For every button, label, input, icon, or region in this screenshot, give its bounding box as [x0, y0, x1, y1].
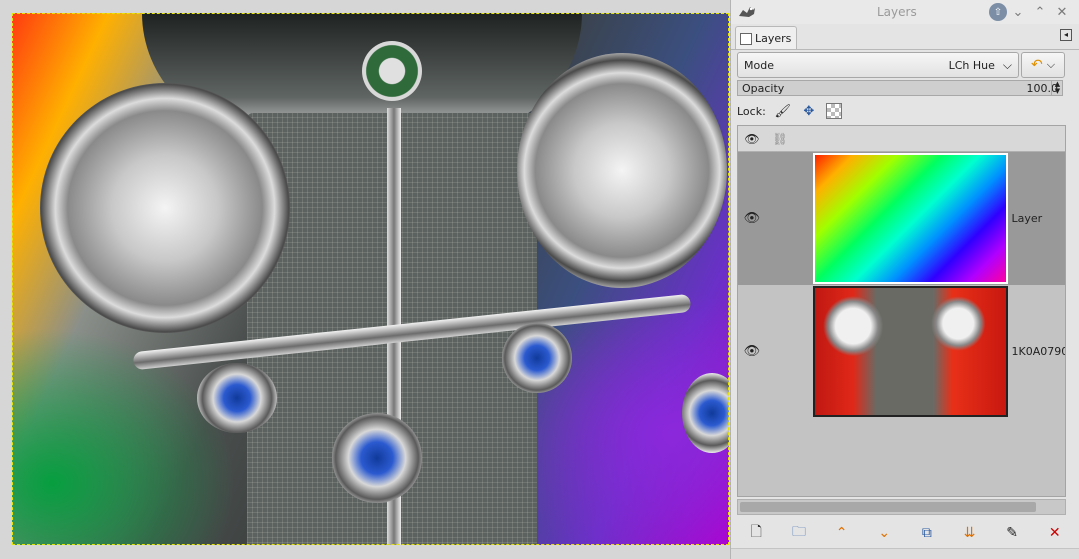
paintbrush-icon[interactable]: 🖌 — [774, 102, 792, 120]
eye-icon[interactable]: 👁 — [738, 132, 766, 146]
minimize-chevron-icon[interactable]: ⌄ — [1007, 2, 1029, 22]
tab-divider — [731, 49, 1079, 50]
tab-layers[interactable]: Layers — [735, 26, 797, 50]
keep-above-icon[interactable]: ⇧ — [989, 3, 1007, 21]
layer-thumbnail — [813, 286, 1008, 417]
reset-arrow-icon: ↶ — [1030, 57, 1043, 73]
composite-mode-button[interactable]: ↶ ⌵ — [1021, 52, 1065, 78]
move-arrows-icon[interactable]: ✥ — [800, 102, 818, 120]
image-canvas-area[interactable] — [0, 0, 730, 559]
mode-row: Mode LCh Hue ⌵ ↶ ⌵ — [737, 52, 1075, 78]
horn-base-left — [197, 363, 277, 433]
layers-dock: Layers ⇧ ⌄ ⌃ ✕ Layers ◂ Mode LCh Hue ⌵ ↶… — [730, 0, 1079, 559]
eye-icon[interactable]: 👁 — [738, 211, 766, 226]
right-horn — [682, 373, 729, 453]
new-layer-group-icon[interactable]: 🗀 — [788, 522, 810, 544]
dock-title: Layers — [877, 5, 917, 19]
tab-menu-icon[interactable]: ◂ — [1060, 29, 1072, 41]
mode-dropdown[interactable]: Mode LCh Hue ⌵ — [737, 52, 1019, 78]
eye-icon[interactable]: 👁 — [738, 344, 766, 359]
car-emblem — [362, 41, 422, 101]
duplicate-layer-icon[interactable]: ⧉ — [916, 522, 938, 544]
lock-label: Lock: — [737, 104, 766, 118]
lower-layer-icon[interactable]: ⌄ — [873, 522, 895, 544]
left-horn — [332, 413, 422, 503]
horn-base-right — [502, 323, 572, 393]
layer-row[interactable]: 👁 1K0A0790. — [738, 285, 1065, 418]
dock-titlebar[interactable]: Layers ⇧ ⌄ ⌃ ✕ — [731, 0, 1079, 24]
anchor-merge-layer-icon[interactable]: ⇊ — [958, 522, 980, 544]
tab-layers-label: Layers — [755, 32, 792, 45]
layer-name[interactable]: 1K0A0790. — [1012, 345, 1065, 358]
mode-label: Mode — [744, 58, 774, 72]
horizontal-scrollbar[interactable] — [737, 499, 1066, 515]
left-headlamp — [40, 83, 290, 333]
scrollbar-thumb[interactable] — [740, 502, 1036, 512]
opacity-label: Opacity — [742, 81, 785, 95]
layer-thumbnail — [813, 153, 1008, 284]
layer-row[interactable]: 👁 Layer — [738, 152, 1065, 285]
close-icon[interactable]: ✕ — [1051, 2, 1073, 22]
dock-bottom-border — [731, 548, 1079, 559]
layer-list[interactable]: 👁 ⛓ 👁 Layer 👁 1K0A0790. — [737, 125, 1066, 497]
mode-value: LCh Hue — [948, 58, 995, 72]
chevron-down-icon: ⌵ — [1002, 57, 1012, 72]
opacity-slider[interactable]: Opacity 100.0 — [737, 80, 1063, 96]
alpha-checker-icon[interactable] — [825, 103, 842, 119]
maximize-chevron-icon[interactable]: ⌃ — [1029, 2, 1051, 22]
chevron-down-icon: ⌵ — [1046, 58, 1056, 71]
delete-icon[interactable]: ✕ — [1044, 522, 1066, 544]
lock-row: Lock: 🖌 ✥ — [737, 101, 842, 121]
layer-list-header: 👁 ⛓ — [738, 126, 1065, 152]
image-canvas[interactable] — [12, 13, 729, 545]
raise-layer-icon[interactable]: ⌃ — [831, 522, 853, 544]
mask-layer-icon[interactable]: ✎ — [1001, 522, 1023, 544]
chain-link-icon[interactable]: ⛓ — [766, 132, 794, 146]
right-headlamp — [517, 53, 727, 288]
dock-tab-row: Layers ◂ — [731, 26, 1079, 50]
layers-tab-icon — [740, 32, 752, 45]
layer-actions-bar: 🗋 🗀 ⌃ ⌄ ⧉ ⇊ ✎ ✕ — [731, 518, 1079, 548]
new-layer-icon[interactable]: 🗋 — [745, 522, 767, 544]
gimp-wilber-icon — [739, 7, 755, 17]
layer-name[interactable]: Layer — [1012, 212, 1065, 225]
opacity-spin-buttons[interactable]: ▲ ▼ — [1051, 81, 1063, 95]
